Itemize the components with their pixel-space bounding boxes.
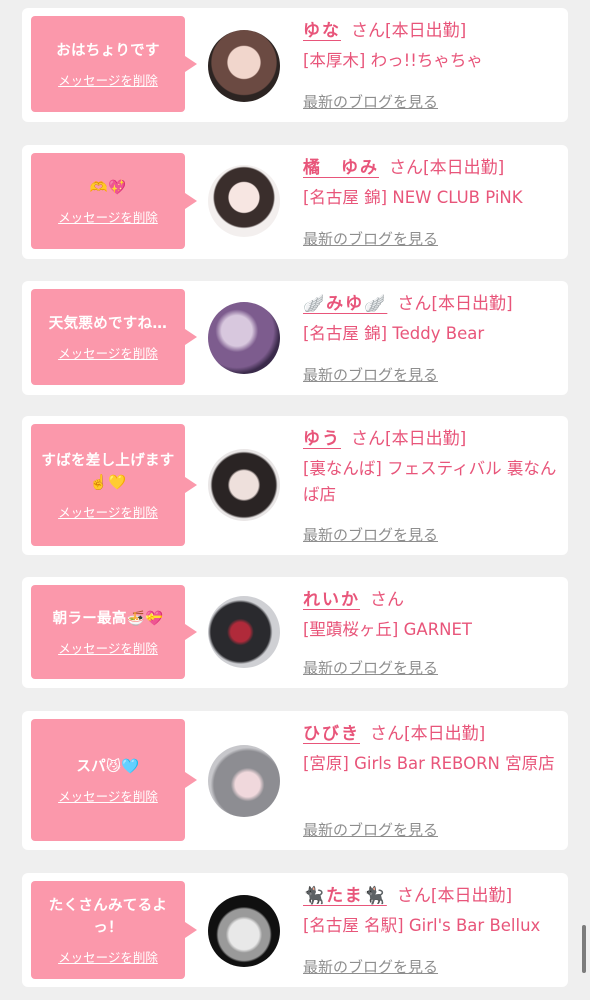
name-line: 🪽みゆ🪽 さん[本日出勤]: [303, 291, 558, 317]
profile-name-link[interactable]: 🪽みゆ🪽: [303, 294, 387, 314]
shop-label: [名古屋 錦] NEW CLUB PiNK: [303, 188, 523, 207]
message-text: すばを差し上げます☝️💛: [41, 452, 175, 491]
avatar[interactable]: [208, 30, 280, 102]
profile-info: れいか さん [聖蹟桜ヶ丘] GARNET: [303, 587, 558, 643]
honorific: さん: [351, 21, 385, 41]
delete-message-link[interactable]: メッセージを削除: [58, 947, 158, 966]
profile-name-link[interactable]: ゆう: [303, 429, 341, 449]
profile-info: ゆう さん[本日出勤] [裏なんば] フェスティバル 裏なんば店: [303, 426, 558, 508]
profile-info: 🪽みゆ🪽 さん[本日出勤] [名古屋 錦] Teddy Bear: [303, 291, 558, 347]
latest-blog-link[interactable]: 最新のブログを見る: [303, 657, 438, 678]
message-card: 🫶💖 メッセージを削除 橘 ゆみ さん[本日出勤] [名古屋 錦] NEW CLU…: [22, 145, 568, 259]
name-line: ゆな さん[本日出勤]: [303, 18, 558, 44]
avatar[interactable]: [208, 165, 280, 237]
message-card: 朝ラー最高🍜💝 メッセージを削除 れいか さん [聖蹟桜ヶ丘] GARNET 最新…: [22, 577, 568, 688]
name-line: れいか さん: [303, 587, 558, 613]
avatar[interactable]: [208, 449, 280, 521]
message-bubble: すばを差し上げます☝️💛 メッセージを削除: [31, 424, 197, 546]
status-label: [本日出勤]: [385, 429, 467, 449]
status-label: [本日出勤]: [430, 886, 513, 906]
message-bubble: たくさんみてるよっ！ メッセージを削除: [31, 881, 197, 979]
shop-label: [宮原] Girls Bar REBORN 宮原店: [303, 754, 555, 773]
message-bubble: 🫶💖 メッセージを削除: [31, 153, 197, 249]
avatar[interactable]: [208, 745, 280, 817]
honorific: さん: [351, 429, 385, 449]
shop-label: [本厚木] わっ!!ちゃちゃ: [303, 51, 483, 70]
shop-label: [名古屋 名駅] Girl's Bar Bellux: [303, 916, 541, 935]
message-bubble: 朝ラー最高🍜💝 メッセージを削除: [31, 585, 197, 679]
profile-name-link[interactable]: 🐈‍⬛たま🐈‍⬛: [303, 886, 387, 906]
honorific: さん: [370, 724, 404, 744]
message-text: 朝ラー最高🍜💝: [52, 610, 164, 627]
delete-message-link[interactable]: メッセージを削除: [58, 343, 158, 362]
profile-info: 🐈‍⬛たま🐈‍⬛ さん[本日出勤] [名古屋 名駅] Girl's Bar Bel…: [303, 883, 558, 939]
shop-label: [裏なんば] フェスティバル 裏なんば店: [303, 459, 557, 504]
message-card: おはちょりです メッセージを削除 ゆな さん[本日出勤] [本厚木] わっ!!ちゃ…: [22, 8, 568, 122]
latest-blog-link[interactable]: 最新のブログを見る: [303, 524, 438, 545]
status-label: [本日出勤]: [431, 294, 513, 314]
avatar[interactable]: [208, 895, 280, 967]
honorific: さん: [396, 886, 431, 906]
message-bubble: スパ😼🩵 メッセージを削除: [31, 719, 197, 841]
honorific: さん: [397, 294, 432, 314]
message-text: たくさんみてるよっ！: [48, 897, 168, 936]
message-text: 天気悪めですね…: [48, 315, 168, 332]
shop-label: [聖蹟桜ヶ丘] GARNET: [303, 620, 473, 639]
honorific: さん: [389, 158, 423, 178]
status-label: [本日出勤]: [404, 724, 486, 744]
delete-message-link[interactable]: メッセージを削除: [58, 786, 158, 805]
profile-name-link[interactable]: 橘 ゆみ: [303, 158, 379, 178]
delete-message-link[interactable]: メッセージを削除: [58, 207, 158, 226]
name-line: ゆう さん[本日出勤]: [303, 426, 558, 452]
message-card: すばを差し上げます☝️💛 メッセージを削除 ゆう さん[本日出勤] [裏なんば] …: [22, 416, 568, 555]
profile-name-link[interactable]: れいか: [303, 590, 360, 610]
profile-info: ゆな さん[本日出勤] [本厚木] わっ!!ちゃちゃ: [303, 18, 558, 74]
scrollbar[interactable]: [582, 925, 586, 973]
shop-label: [名古屋 錦] Teddy Bear: [303, 324, 485, 343]
message-text: スパ😼🩵: [76, 758, 140, 775]
status-label: [本日出勤]: [423, 158, 505, 178]
honorific: さん: [370, 590, 404, 610]
message-card: 天気悪めですね… メッセージを削除 🪽みゆ🪽 さん[本日出勤] [名古屋 錦] T…: [22, 281, 568, 395]
message-text: おはちょりです: [56, 42, 160, 59]
status-label: [本日出勤]: [385, 21, 467, 41]
delete-message-link[interactable]: メッセージを削除: [58, 638, 158, 657]
delete-message-link[interactable]: メッセージを削除: [58, 70, 158, 89]
profile-info: 橘 ゆみ さん[本日出勤] [名古屋 錦] NEW CLUB PiNK: [303, 155, 558, 211]
message-card: たくさんみてるよっ！ メッセージを削除 🐈‍⬛たま🐈‍⬛ さん[本日出勤] [名古…: [22, 873, 568, 987]
name-line: 橘 ゆみ さん[本日出勤]: [303, 155, 558, 181]
latest-blog-link[interactable]: 最新のブログを見る: [303, 819, 438, 840]
message-text: 🫶💖: [89, 179, 127, 196]
latest-blog-link[interactable]: 最新のブログを見る: [303, 364, 438, 385]
message-card: スパ😼🩵 メッセージを削除 ひびき さん[本日出勤] [宮原] Girls Bar…: [22, 711, 568, 850]
profile-info: ひびき さん[本日出勤] [宮原] Girls Bar REBORN 宮原店: [303, 721, 558, 777]
latest-blog-link[interactable]: 最新のブログを見る: [303, 228, 438, 249]
avatar[interactable]: [208, 596, 280, 668]
avatar[interactable]: [208, 302, 280, 374]
delete-message-link[interactable]: メッセージを削除: [58, 502, 158, 521]
profile-name-link[interactable]: ゆな: [303, 21, 341, 41]
latest-blog-link[interactable]: 最新のブログを見る: [303, 956, 438, 977]
name-line: 🐈‍⬛たま🐈‍⬛ さん[本日出勤]: [303, 883, 558, 909]
latest-blog-link[interactable]: 最新のブログを見る: [303, 91, 438, 112]
message-bubble: おはちょりです メッセージを削除: [31, 16, 197, 112]
name-line: ひびき さん[本日出勤]: [303, 721, 558, 747]
profile-name-link[interactable]: ひびき: [303, 724, 360, 744]
message-bubble: 天気悪めですね… メッセージを削除: [31, 289, 197, 385]
